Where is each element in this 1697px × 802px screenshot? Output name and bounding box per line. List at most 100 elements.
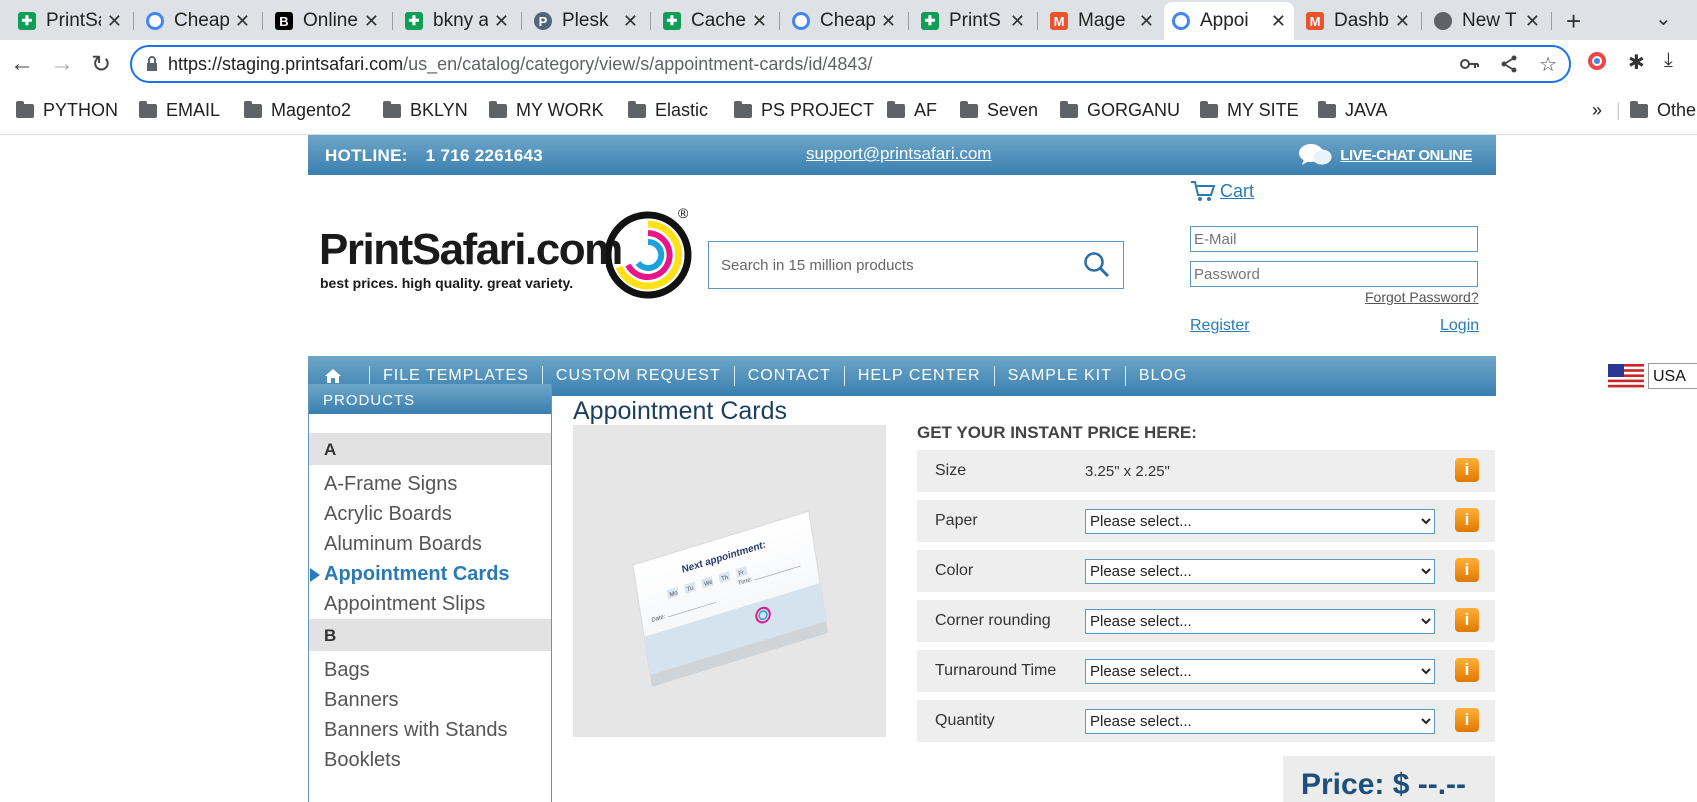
nav-contact[interactable]: CONTACT xyxy=(748,367,831,385)
browser-tab[interactable]: ✚ PrintSafari ✕ xyxy=(10,5,130,37)
bookmark-folder[interactable]: AF xyxy=(887,100,937,121)
close-icon[interactable]: ✕ xyxy=(752,11,767,32)
address-bar[interactable]: https://staging.printsafari.com/us_en/ca… xyxy=(130,45,1571,83)
nav-help-center[interactable]: HELP CENTER xyxy=(858,367,981,385)
bookmark-folder[interactable]: PS PROJECT xyxy=(734,100,874,121)
close-icon[interactable]: ✕ xyxy=(1395,11,1410,32)
bookmark-folder[interactable]: JAVA xyxy=(1318,100,1387,121)
bookmark-folder[interactable]: EMAIL xyxy=(139,100,220,121)
tab-title: Online xyxy=(303,10,358,31)
tab-title: Dashb xyxy=(1334,10,1389,31)
search-input[interactable] xyxy=(721,256,1083,274)
close-icon[interactable]: ✕ xyxy=(494,11,509,32)
close-icon[interactable]: ✕ xyxy=(623,11,638,32)
close-icon[interactable]: ✕ xyxy=(1525,11,1540,32)
password-field[interactable] xyxy=(1190,261,1478,287)
close-icon[interactable]: ✕ xyxy=(881,11,896,32)
nav-sample-kit[interactable]: SAMPLE KIT xyxy=(1008,367,1112,385)
plesk-icon: P xyxy=(534,12,552,30)
color-select[interactable]: Please select... xyxy=(1085,558,1435,584)
browser-tab[interactable]: M Dashb ✕ xyxy=(1298,5,1418,37)
corner-rounding-select[interactable]: Please select... xyxy=(1085,608,1435,634)
register-link[interactable]: Register xyxy=(1190,317,1250,335)
close-icon[interactable]: ✕ xyxy=(1271,11,1286,32)
download-icon[interactable]: ⤓ xyxy=(1664,49,1673,72)
browser-tab[interactable]: Cheap ✕ xyxy=(138,5,258,37)
nav-file-templates[interactable]: FILE TEMPLATES xyxy=(383,367,529,385)
bookmark-folder[interactable]: MY WORK xyxy=(489,100,604,121)
sidebar-item-banners[interactable]: Banners xyxy=(309,685,551,715)
tab-search-chevron-icon[interactable]: ⌄ xyxy=(1655,6,1672,31)
login-link[interactable]: Login xyxy=(1440,317,1479,335)
country-select[interactable]: USA xyxy=(1648,363,1697,389)
bookmark-label: BKLYN xyxy=(410,100,468,120)
site-logo[interactable]: PrintSafari.com best prices. high qualit… xyxy=(319,205,699,305)
bookmark-folder[interactable]: Magento2 xyxy=(244,100,351,121)
info-icon[interactable]: i xyxy=(1455,658,1479,682)
puzzle-icon[interactable]: ✱ xyxy=(1628,50,1645,75)
info-icon[interactable]: i xyxy=(1455,458,1479,482)
browser-tab[interactable]: B Online ✕ xyxy=(267,5,387,37)
sidebar-item-a-frame-signs[interactable]: A-Frame Signs xyxy=(309,469,551,499)
reload-icon[interactable]: ↻ xyxy=(91,50,111,79)
share-icon[interactable] xyxy=(1499,54,1519,74)
browser-tab[interactable]: ✚ PrintS ✕ xyxy=(913,5,1033,37)
info-icon[interactable]: i xyxy=(1455,558,1479,582)
browser-tab[interactable]: M Mage ✕ xyxy=(1042,5,1162,37)
quantity-select[interactable]: Please select... xyxy=(1085,708,1435,734)
bookmarks-overflow-chevron-icon[interactable]: » xyxy=(1592,100,1602,121)
url-host: https://staging.printsafari.com xyxy=(168,53,404,74)
other-bookmarks-folder[interactable]: Othe xyxy=(1630,100,1696,121)
info-icon[interactable]: i xyxy=(1455,508,1479,532)
star-icon[interactable]: ☆ xyxy=(1539,52,1557,77)
sidebar-item-bags[interactable]: Bags xyxy=(309,655,551,685)
tab-title: bkny a xyxy=(433,10,488,31)
close-icon[interactable]: ✕ xyxy=(1010,11,1025,32)
bookmark-folder[interactable]: BKLYN xyxy=(383,100,468,121)
sidebar-item-booklets[interactable]: Booklets xyxy=(309,745,551,775)
close-icon[interactable]: ✕ xyxy=(235,11,250,32)
email-field[interactable] xyxy=(1190,226,1478,252)
chrome-ring-icon xyxy=(146,12,164,30)
turnaround-select[interactable]: Please select... xyxy=(1085,658,1435,684)
close-icon[interactable]: ✕ xyxy=(1139,11,1154,32)
cart-link[interactable]: Cart xyxy=(1190,180,1254,202)
browser-tab[interactable]: P Plesk ✕ xyxy=(526,5,646,37)
bookmark-folder[interactable]: Elastic xyxy=(628,100,708,121)
folder-icon xyxy=(887,100,905,118)
bookmark-folder[interactable]: PYTHON xyxy=(16,100,118,121)
sidebar-item-appointment-cards[interactable]: Appointment Cards xyxy=(309,559,551,589)
info-icon[interactable]: i xyxy=(1455,608,1479,632)
bookmark-folder[interactable]: MY SITE xyxy=(1200,100,1299,121)
nav-blog[interactable]: BLOG xyxy=(1139,367,1187,385)
close-icon[interactable]: ✕ xyxy=(107,11,122,32)
search-icon[interactable] xyxy=(1083,251,1111,279)
folder-icon xyxy=(383,100,401,118)
paper-select[interactable]: Please select... xyxy=(1085,508,1435,534)
sidebar-item-acrylic-boards[interactable]: Acrylic Boards xyxy=(309,499,551,529)
close-icon[interactable]: ✕ xyxy=(364,11,379,32)
forgot-password-link[interactable]: Forgot Password? xyxy=(1365,289,1479,305)
forward-arrow-icon[interactable]: → xyxy=(50,50,74,78)
browser-tab[interactable]: New T ✕ xyxy=(1426,5,1548,37)
new-tab-plus-icon[interactable]: + xyxy=(1566,6,1581,37)
nav-custom-request[interactable]: CUSTOM REQUEST xyxy=(556,367,721,385)
bookmark-folder[interactable]: Seven xyxy=(960,100,1038,121)
magento-icon: M xyxy=(1306,12,1324,30)
browser-tab-active[interactable]: Appoi ✕ xyxy=(1164,2,1294,40)
sidebar-item-banners-with-stands[interactable]: Banners with Stands xyxy=(309,715,551,745)
home-icon[interactable] xyxy=(324,368,342,384)
bookmark-folder[interactable]: GORGANU xyxy=(1060,100,1180,121)
sidebar-item-aluminum-boards[interactable]: Aluminum Boards xyxy=(309,529,551,559)
support-email-link[interactable]: support@printsafari.com xyxy=(806,144,991,164)
key-icon[interactable] xyxy=(1459,54,1480,74)
extension-color-icon[interactable] xyxy=(1587,51,1607,71)
back-arrow-icon[interactable]: ← xyxy=(10,50,34,78)
sidebar-item-appointment-slips[interactable]: Appointment Slips xyxy=(309,589,551,619)
browser-tab[interactable]: ✚ Cache ✕ xyxy=(655,5,775,37)
info-icon[interactable]: i xyxy=(1455,708,1479,732)
url-text[interactable]: https://staging.printsafari.com/us_en/ca… xyxy=(168,54,1459,75)
browser-tab[interactable]: ✚ bkny a ✕ xyxy=(397,5,517,37)
live-chat-link[interactable]: LIVE-CHAT ONLINE xyxy=(1298,142,1472,168)
browser-tab[interactable]: Cheap ✕ xyxy=(784,5,904,37)
